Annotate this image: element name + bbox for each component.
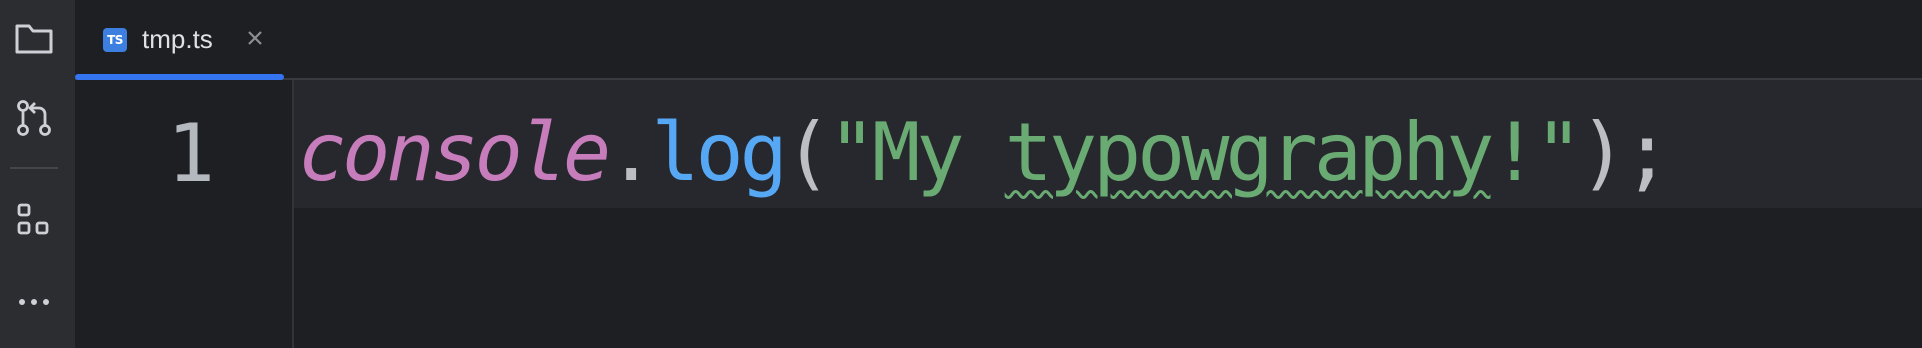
- line-number: 1: [166, 107, 215, 200]
- string-open-token: "My: [828, 106, 1005, 199]
- close-icon[interactable]: [241, 24, 269, 52]
- dot-token: .: [607, 106, 655, 199]
- editor-tab-bar: TS tmp.ts: [75, 0, 1922, 80]
- git-pull-request-icon[interactable]: [12, 96, 56, 140]
- more-icon[interactable]: [12, 278, 56, 322]
- tab-tmp-ts[interactable]: TS tmp.ts: [75, 0, 284, 80]
- method-token: log: [651, 106, 787, 199]
- close-token: );: [1578, 106, 1671, 199]
- code-editor[interactable]: 1 console.log("My typowgraphy!");: [75, 80, 1922, 348]
- activity-bar: [0, 0, 75, 348]
- open-paren-token: (: [783, 106, 832, 199]
- keyword-token: console: [298, 106, 611, 199]
- typescript-file-icon: TS: [103, 28, 127, 52]
- tab-label: tmp.ts: [142, 24, 213, 54]
- misspelled-word[interactable]: typowgraphy: [1005, 106, 1495, 199]
- string-close-token: !": [1490, 106, 1582, 199]
- activity-bar-separator: [10, 167, 58, 169]
- code-line[interactable]: console.log("My typowgraphy!");: [298, 105, 1671, 201]
- folder-icon[interactable]: [12, 16, 56, 60]
- line-number-gutter: 1: [75, 80, 294, 348]
- structure-icon[interactable]: [12, 198, 56, 242]
